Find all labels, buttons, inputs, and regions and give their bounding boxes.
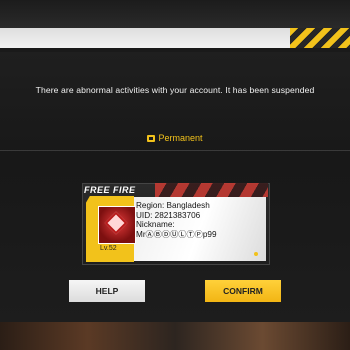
background-scene	[0, 322, 350, 350]
suspension-duration: Permanent	[0, 133, 350, 143]
suspension-message: There are abnormal activities with your …	[35, 85, 315, 95]
player-uid: UID: 2821383706	[136, 210, 201, 220]
hazard-stripes	[290, 28, 350, 48]
status-dot	[254, 252, 258, 256]
calendar-icon	[147, 135, 156, 142]
duration-label: Permanent	[158, 133, 203, 143]
confirm-button-label: CONFIRM	[223, 286, 263, 296]
player-info: Region: Bangladesh UID: 2821383706 Nickn…	[136, 201, 217, 239]
top-strip	[0, 0, 350, 28]
confirm-button[interactable]: CONFIRM	[205, 280, 281, 302]
nickname-value: MrⒶⒷⒹⓊⓁⓉⓅp99	[136, 229, 217, 239]
nickname-label: Nickname:	[136, 220, 175, 230]
help-button-label: HELP	[95, 286, 119, 296]
help-button[interactable]: HELP	[69, 280, 145, 302]
game-logo: FREE FIRE	[84, 185, 136, 195]
player-region: Region: Bangladesh	[136, 201, 210, 210]
card-banner-stripe	[155, 183, 268, 197]
divider	[0, 150, 350, 151]
player-level: Lv.52	[100, 245, 117, 252]
